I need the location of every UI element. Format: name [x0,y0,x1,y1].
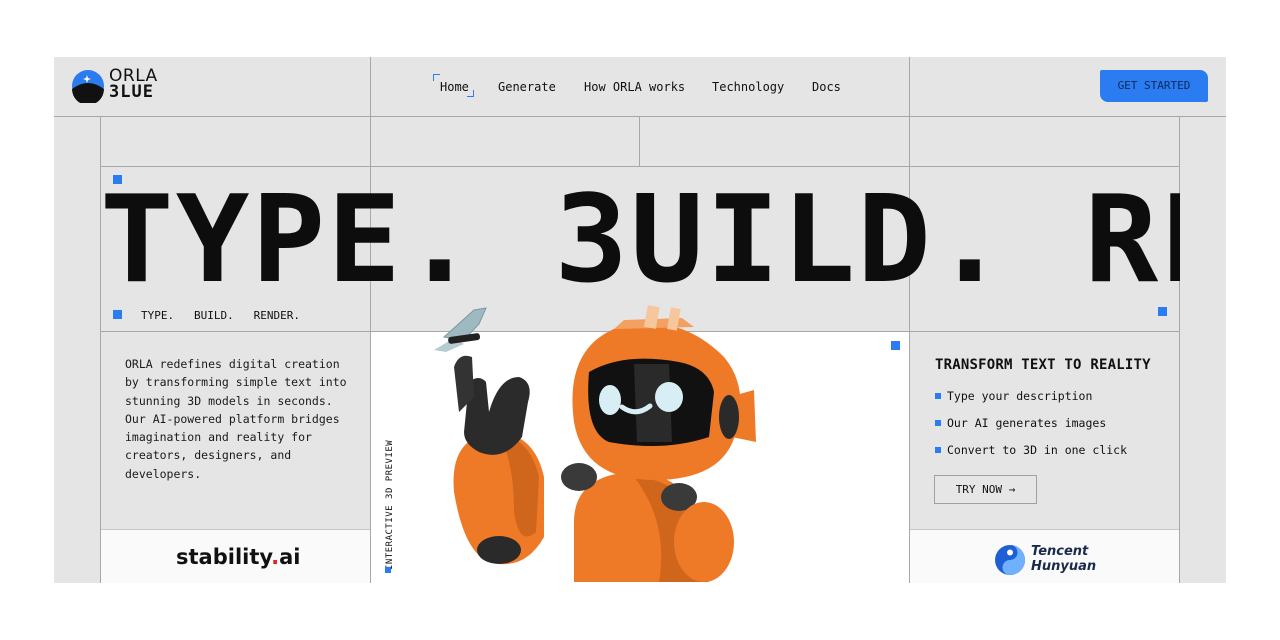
logo[interactable]: ORLA 3LUE [71,68,157,107]
nav-docs[interactable]: Docs [812,80,841,94]
nav-generate[interactable]: Generate [498,80,556,94]
logo-icon [72,70,104,105]
nav-how-it-works[interactable]: How ORLA works [584,80,685,94]
page-frame: ORLA 3LUE Home Generate How ORLA works T… [54,57,1226,583]
hero-tagline: TYPE. BUILD. RENDER. [141,309,300,322]
active-corner [467,90,474,97]
tagline-build: BUILD. [194,309,234,322]
feature-item: Convert to 3D in one click [935,443,1127,457]
accent-square [385,567,391,573]
preview-label-wrap: INTERACTIVE 3D PREVIEW [383,439,395,570]
hunyuan-logo-icon [995,545,1025,575]
feature-item: Our AI generates images [935,416,1106,430]
divider [639,117,640,166]
nav-home[interactable]: Home [440,80,469,94]
accent-square [1158,307,1167,316]
divider [54,116,1226,117]
accent-square [891,341,900,350]
try-now-button[interactable]: TRY NOW → [934,475,1037,504]
hero-headline: TYPE. 3UILD. RE [100,171,1180,310]
bullet-icon [935,419,941,426]
feature-item: Type your description [935,389,1092,403]
intro-text: ORLA redefines digital creation by trans… [125,357,347,481]
accent-square [113,310,122,319]
tagline-render: RENDER. [253,309,300,322]
features-title: TRANSFORM TEXT TO REALITY [935,357,1151,373]
bullet-icon [935,446,941,453]
active-corner [433,74,440,81]
preview-label: INTERACTIVE 3D PREVIEW [385,439,395,570]
stability-logo: stability.ai [176,545,301,569]
partner-card-right: Tencent Hunyuan [910,529,1179,583]
brand-line-2: 3LUE [109,82,154,102]
nav-technology[interactable]: Technology [712,80,784,94]
partner-card-left: stability.ai [101,529,370,583]
bullet-icon [935,392,941,399]
tagline-type: TYPE. [141,309,175,322]
robot-illustration [434,305,756,582]
hunyuan-logo: Tencent Hunyuan [1031,544,1097,574]
get-started-button[interactable]: GET STARTED [1100,70,1208,102]
